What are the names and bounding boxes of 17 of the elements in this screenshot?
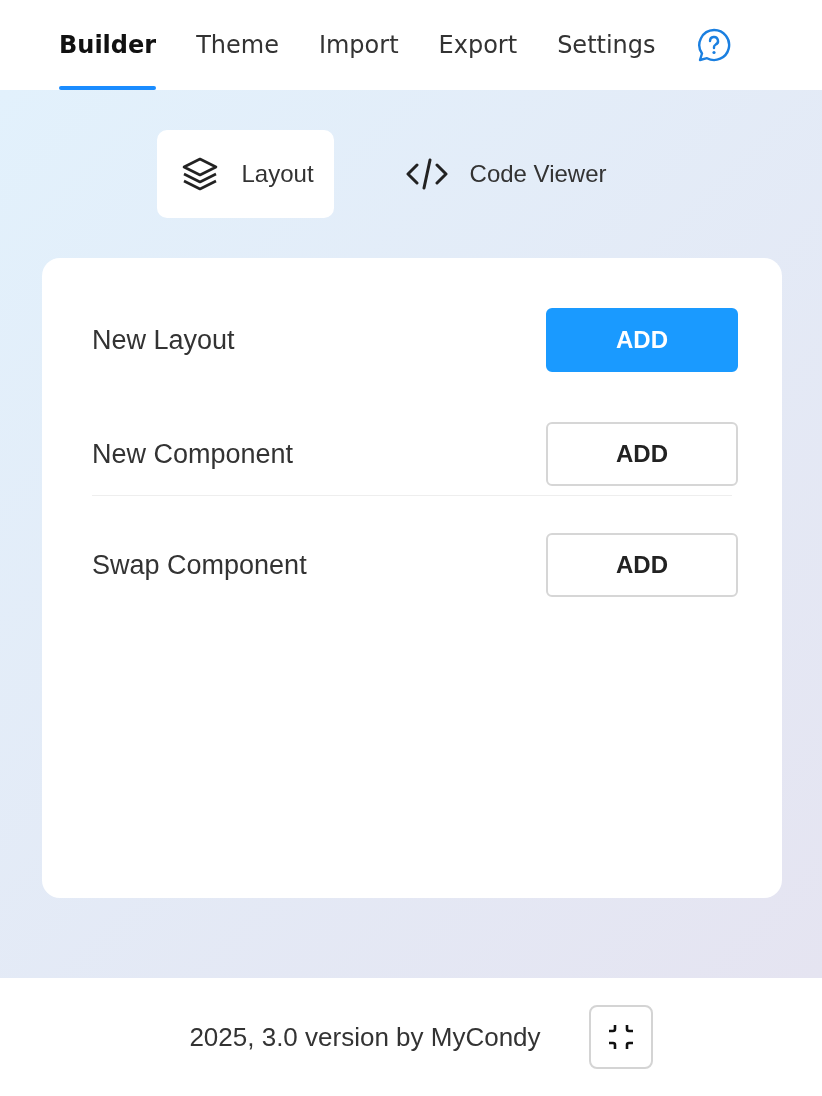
layers-icon: [181, 156, 220, 192]
minimize-button[interactable]: [588, 1005, 653, 1069]
row-label: New Layout: [92, 323, 235, 357]
view-tab[interactable]: Layout: [157, 130, 334, 218]
help-icon[interactable]: [695, 27, 732, 63]
code-icon: [405, 158, 448, 190]
add-button[interactable]: ADD: [546, 533, 738, 597]
nav-tab[interactable]: Theme: [196, 0, 279, 90]
nav-tab[interactable]: Settings: [557, 0, 656, 90]
add-button[interactable]: ADD: [546, 422, 738, 486]
footer-text: 2025, 3.0 version by MyCondy: [189, 1020, 541, 1054]
nav-tab[interactable]: Import: [318, 0, 399, 90]
nav-tab[interactable]: Builder: [59, 0, 157, 90]
nav-tab[interactable]: Export: [438, 0, 518, 90]
view-tab[interactable]: Code Viewer: [381, 130, 627, 218]
row-label: New Component: [92, 437, 294, 471]
row-label: Swap Component: [92, 548, 307, 582]
